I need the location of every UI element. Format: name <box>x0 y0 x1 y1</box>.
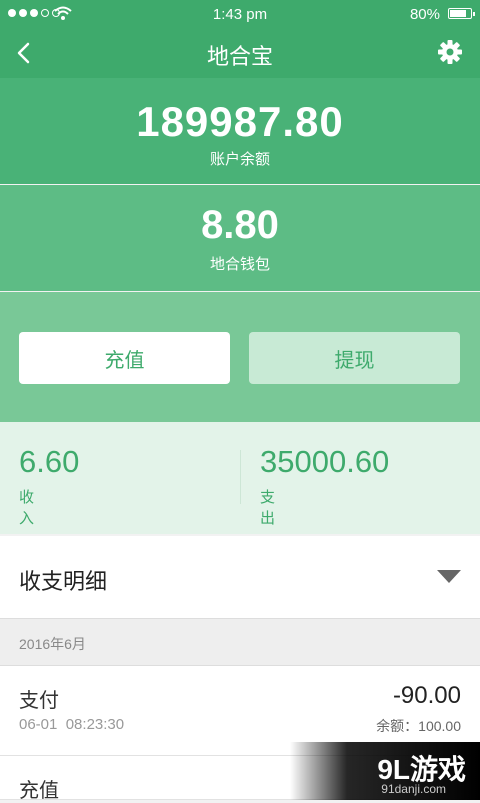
withdraw-button[interactable]: 提现 <box>249 332 460 384</box>
site-watermark: 9L游戏 91danji.com <box>290 742 480 800</box>
income-expense-summary: 6.60 收入 35000.60 支出 <box>0 422 480 534</box>
status-bar: 1:43 pm 80% <box>0 0 480 28</box>
transaction-datetime: 06-01 08:23:30 <box>19 716 124 733</box>
wallet-value: 8.80 <box>201 203 279 247</box>
detail-title: 收支明细 <box>19 569 108 594</box>
account-balance-value: 189987.80 <box>136 98 344 145</box>
battery-icon <box>448 8 475 19</box>
transaction-amount: -90.00 <box>392 682 461 709</box>
watermark-url: 91danji.com <box>381 782 446 796</box>
summary-divider <box>240 450 241 504</box>
charge-button[interactable]: 充值 <box>19 332 230 384</box>
detail-header[interactable]: 收支明细 <box>0 536 480 618</box>
wallet-label: 地合钱包 <box>209 256 270 273</box>
account-balance-label: 账户余额 <box>209 151 270 168</box>
transaction-type: 支付 <box>19 690 59 712</box>
caret-down-icon[interactable] <box>437 570 461 583</box>
expense-label: 支出 <box>260 489 276 527</box>
month-label: 2016年6月 <box>19 636 86 652</box>
battery-percent: 80% <box>409 6 440 23</box>
nav-bar: 地合宝 <box>0 28 480 78</box>
action-bar: 充值 提现 <box>0 292 480 422</box>
wallet-panel[interactable]: 8.80 地合钱包 <box>0 185 480 291</box>
gear-icon[interactable] <box>436 38 464 66</box>
page-title: 地合宝 <box>206 44 273 69</box>
transaction-type: 充值 <box>19 780 59 802</box>
income-value: 6.60 <box>19 444 80 479</box>
transaction-balance: 余额：100.00 <box>376 718 461 734</box>
expense-value: 35000.60 <box>260 444 390 479</box>
income-label: 收入 <box>19 489 35 527</box>
transaction-date: 06-01 <box>19 716 58 733</box>
account-balance-panel: 189987.80 账户余额 <box>0 78 480 184</box>
status-time: 1:43 pm <box>212 6 268 23</box>
transaction-time: 08:23:30 <box>65 716 125 733</box>
month-section-header: 2016年6月 <box>0 618 480 666</box>
